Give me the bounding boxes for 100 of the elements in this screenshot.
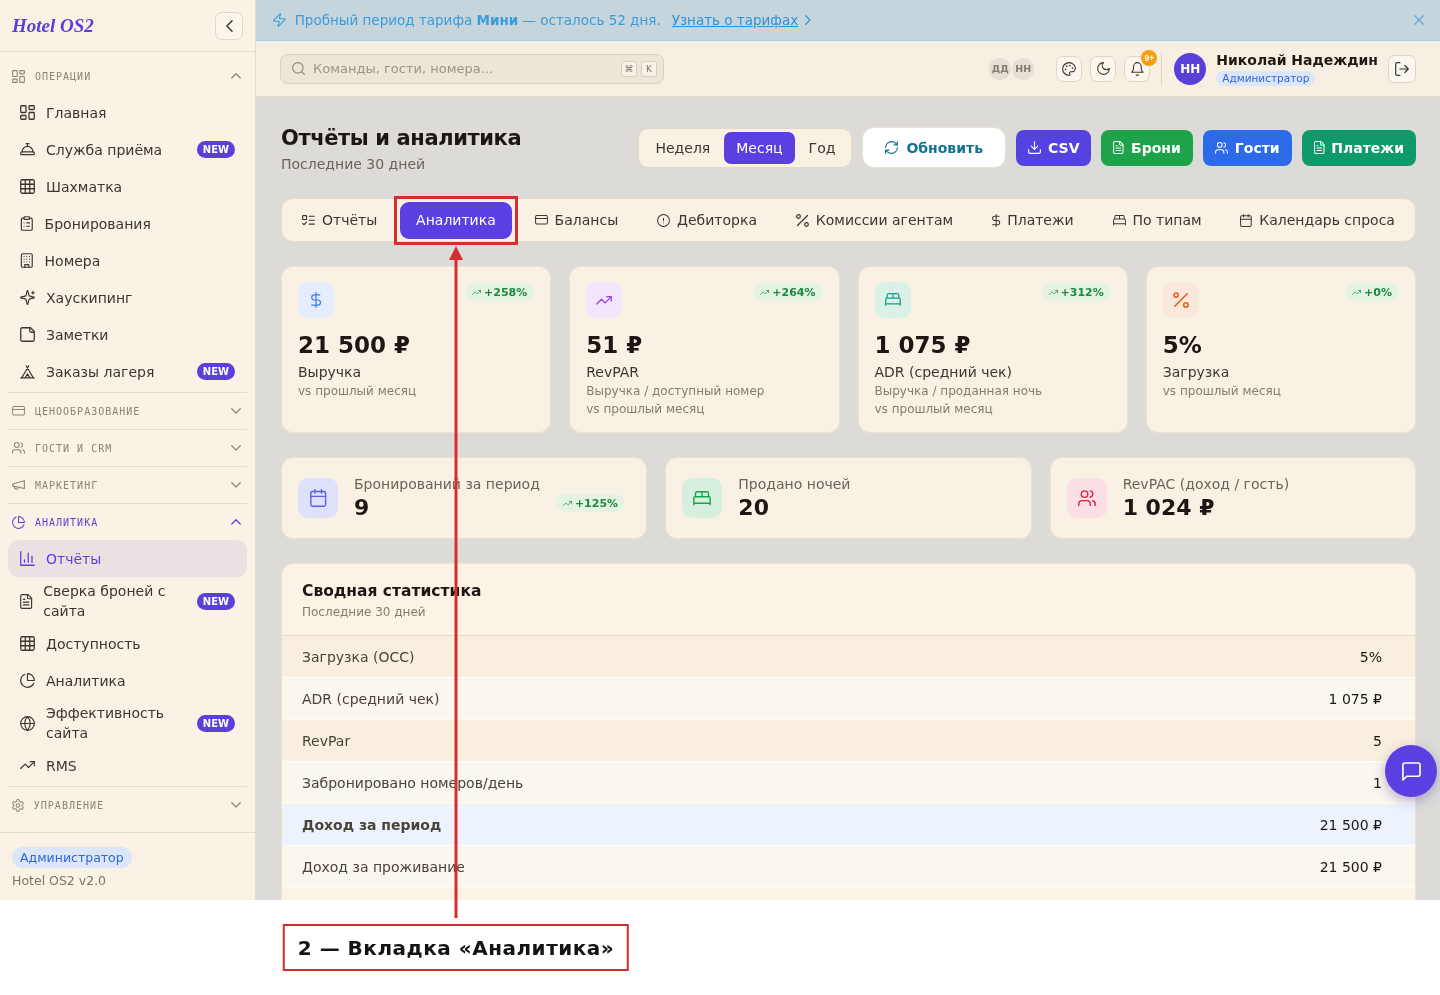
sidebar-item[interactable]: Аналитика xyxy=(8,662,247,699)
dollar-icon xyxy=(298,282,334,318)
kpi-note: vs прошлый месяц xyxy=(586,401,706,418)
sidebar-item[interactable]: RMS xyxy=(8,747,247,784)
trend-up-icon xyxy=(20,761,35,770)
row-label: Доход за период xyxy=(302,816,442,833)
trend-value: +264% xyxy=(772,285,816,299)
chevron-up-icon xyxy=(231,519,241,525)
kpi-label: RevPAR xyxy=(586,363,641,382)
pie-chart-icon xyxy=(20,673,35,688)
new-badge: NEW xyxy=(196,141,235,158)
row-label: Загрузка (OCC) xyxy=(302,648,415,665)
refresh-button[interactable]: Обновить xyxy=(862,127,1006,168)
export-button[interactable]: Гости xyxy=(1202,129,1292,166)
notification-count: 9+ xyxy=(1141,49,1158,66)
new-badge: NEW xyxy=(196,592,235,610)
row-value: 1 xyxy=(1373,774,1382,791)
bed-icon xyxy=(874,282,911,318)
chevron-down-icon xyxy=(231,482,241,488)
kpi-label: Загрузка xyxy=(1162,363,1231,382)
sidebar-item[interactable]: Главная xyxy=(8,94,247,131)
trend-up-icon xyxy=(472,289,482,295)
sidebar-item[interactable]: Отчёты xyxy=(8,540,247,577)
period-option[interactable]: Год xyxy=(796,131,848,164)
sidebar-item[interactable]: Эффективность сайта NEW xyxy=(8,699,247,747)
user-avatar: ДД xyxy=(989,57,1012,80)
sidebar-item[interactable]: Заказы лагеря NEW xyxy=(8,353,247,390)
sidebar-item[interactable]: Шахматка xyxy=(8,168,247,205)
search-input[interactable]: Команды, гости, номера... xyxy=(313,61,613,76)
row-value: 21 500 ₽ xyxy=(1319,816,1382,833)
chat-button[interactable] xyxy=(1385,745,1437,797)
building-icon xyxy=(20,253,34,268)
trend-up-icon xyxy=(562,500,572,506)
tab[interactable]: По типам xyxy=(1096,201,1218,239)
close-icon xyxy=(1414,15,1424,25)
sidebar-item[interactable]: Служба приёма NEW xyxy=(8,131,247,168)
calendar-icon xyxy=(1240,213,1253,227)
sidebar-item[interactable]: Доступность xyxy=(8,625,247,662)
search-field[interactable]: Команды, гости, номера... ⌘ K xyxy=(280,53,664,84)
tab[interactable]: Отчёты xyxy=(286,201,394,239)
period-option[interactable]: Месяц xyxy=(724,131,795,164)
row-label: RevPar xyxy=(302,732,351,749)
chevron-down-icon xyxy=(231,802,241,808)
kpi-note: Выручка / доступный номер xyxy=(586,383,766,400)
stat-value: 1 024 ₽ xyxy=(1122,494,1216,522)
tab[interactable]: Балансы xyxy=(518,201,635,239)
trend-up-icon xyxy=(760,289,770,295)
sidebar-item[interactable]: Заметки xyxy=(8,316,247,353)
search-icon xyxy=(292,62,305,75)
chat-icon xyxy=(1401,761,1421,781)
stat-value: 9 xyxy=(354,494,371,522)
shortcut-key: ⌘ xyxy=(621,60,637,77)
kpi-note: Выручка / проданная ночь xyxy=(874,383,1044,400)
kpi-note: vs прошлый месяц xyxy=(1162,383,1282,400)
banner-text: Пробный период тарифа Мини — осталось 52 дня. xyxy=(294,12,661,28)
kpi-value: 21 500 ₽ xyxy=(298,331,412,360)
percent-icon xyxy=(1162,282,1199,318)
palette-button[interactable] xyxy=(1056,55,1083,82)
export-button[interactable]: CSV xyxy=(1016,129,1092,166)
new-badge: NEW xyxy=(196,714,235,732)
row-value: 5 xyxy=(1373,732,1382,749)
role-badge: Администратор xyxy=(12,847,132,868)
tab[interactable]: Аналитика xyxy=(400,201,512,239)
tab[interactable]: Календарь спроса xyxy=(1224,201,1411,239)
globe-icon xyxy=(20,715,35,731)
bed-icon xyxy=(1112,214,1126,226)
users-icon xyxy=(1066,478,1107,518)
sidebar-item[interactable]: Номера xyxy=(8,242,247,279)
shortcut-key: K xyxy=(641,60,657,77)
percent-icon xyxy=(795,213,809,227)
stat-label: Продано ночей xyxy=(738,475,851,494)
role-badge: Администратор xyxy=(1216,71,1316,86)
clipboard-icon xyxy=(20,216,34,231)
bed-icon xyxy=(682,478,723,518)
dark-mode-button[interactable] xyxy=(1090,55,1117,82)
tab[interactable]: Комиссии агентам xyxy=(779,201,970,239)
checklist-icon xyxy=(302,214,315,226)
collapse-button[interactable] xyxy=(215,11,243,40)
sidebar-group-header[interactable]: АНАЛИТИКА xyxy=(8,504,247,540)
sidebar-item[interactable]: Сверка броней с сайта NEW xyxy=(8,577,247,625)
kpi-note: vs прошлый месяц xyxy=(874,401,994,418)
period-option[interactable]: Неделя xyxy=(643,131,723,164)
user-name: Николай Надеждин xyxy=(1216,51,1378,69)
chevron-left-icon xyxy=(225,19,233,32)
sidebar-item[interactable]: Хаускипинг xyxy=(8,279,247,316)
dashboard-icon xyxy=(20,105,35,120)
sidebar-item[interactable]: Бронирования xyxy=(8,205,247,242)
kpi-value: 1 075 ₽ xyxy=(874,331,972,360)
row-value: 21 500 ₽ xyxy=(1319,858,1382,875)
dashboard-icon xyxy=(12,69,25,83)
calendar-icon xyxy=(298,478,338,518)
kpi-label: ADR (средний чек) xyxy=(874,363,1013,382)
export-button[interactable]: Платежи xyxy=(1301,129,1416,166)
row-value: 1 075 ₽ xyxy=(1328,690,1382,707)
tab[interactable]: Платежи xyxy=(975,201,1090,239)
document-icon xyxy=(20,593,33,609)
trend-value: +258% xyxy=(484,285,528,299)
tab[interactable]: Дебиторка xyxy=(641,201,773,239)
logout-button[interactable] xyxy=(1388,54,1416,83)
trend-up-icon xyxy=(1352,289,1362,295)
